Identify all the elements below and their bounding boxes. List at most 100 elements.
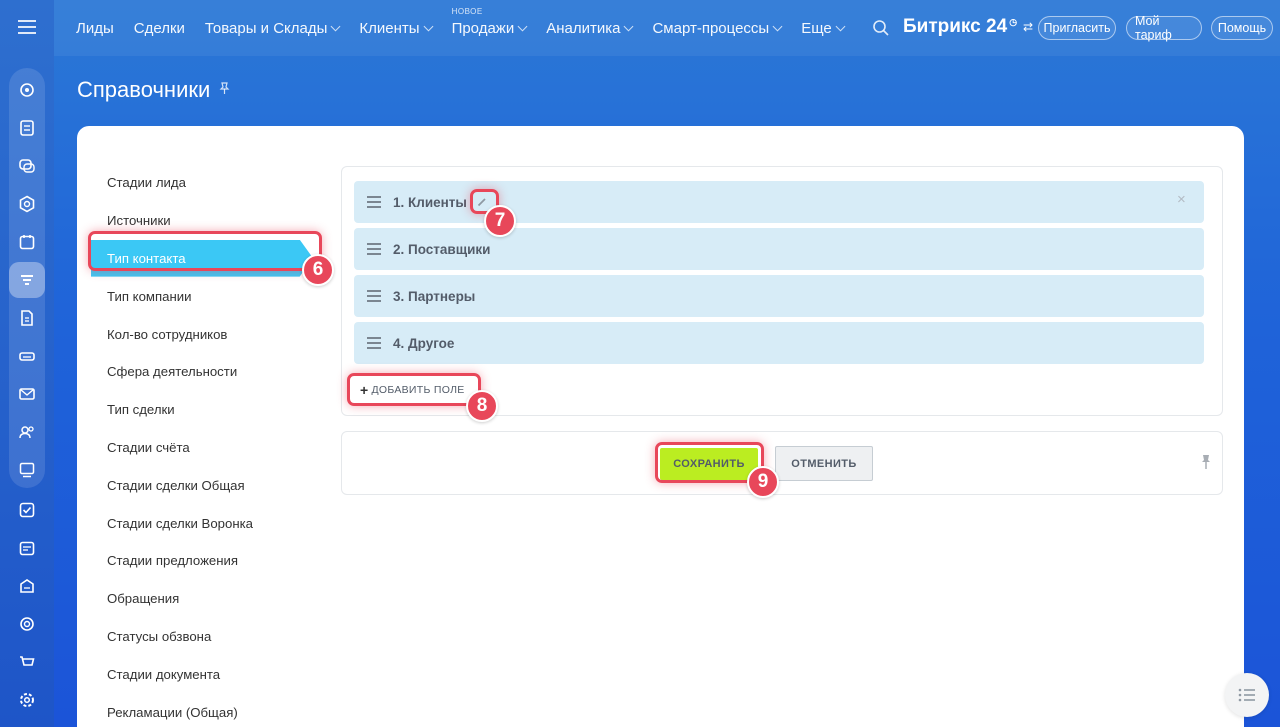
- field-label: 3. Партнеры: [393, 288, 476, 304]
- field-label: 1. Клиенты: [393, 194, 467, 210]
- side-item-deal-type[interactable]: Тип сделки: [107, 391, 327, 429]
- invite-button[interactable]: Пригласить: [1038, 16, 1116, 40]
- cart-icon[interactable]: [9, 644, 45, 680]
- rail-app-list-secondary: [9, 492, 45, 722]
- drag-handle-icon[interactable]: [367, 337, 381, 349]
- main-card: Стадии лида Источники Тип контакта Тип к…: [77, 126, 1244, 727]
- list-icon: [1238, 688, 1255, 702]
- nav-item-products[interactable]: Товары и Склады: [205, 20, 341, 37]
- side-item-label: Источники: [107, 213, 171, 229]
- drag-handle-icon[interactable]: [367, 290, 381, 302]
- side-item-label: Стадии сделки Общая: [107, 477, 245, 493]
- feed-icon[interactable]: [9, 72, 45, 108]
- nav-item-clients[interactable]: Клиенты: [359, 19, 434, 37]
- nav-item-label: Продажи: [451, 19, 515, 37]
- side-item-label: Тип сделки: [107, 402, 175, 418]
- nav-item-analytics[interactable]: Аналитика: [546, 19, 634, 37]
- side-item-label: Кол-во сотрудников: [107, 326, 228, 342]
- side-item-invoice-stages[interactable]: Стадии счёта: [107, 429, 327, 467]
- field-row[interactable]: 2. Поставщики: [354, 228, 1204, 270]
- clock-icon: ◷: [1009, 16, 1018, 27]
- nav-item-more[interactable]: Еще: [801, 19, 846, 37]
- side-item-industry[interactable]: Сфера деятельности: [107, 353, 327, 391]
- settings-gear-icon[interactable]: [9, 682, 45, 718]
- menu-icon[interactable]: [8, 8, 46, 46]
- new-badge: НОВОЕ: [451, 6, 483, 16]
- side-item-document-stages[interactable]: Стадии документа: [107, 655, 327, 693]
- chevron-down-icon: [517, 21, 528, 31]
- side-item-company-type[interactable]: Тип компании: [107, 277, 327, 315]
- nav-item-label: Аналитика: [546, 19, 621, 37]
- search-icon[interactable]: [872, 19, 890, 37]
- step-marker: 7: [484, 205, 516, 237]
- page-title: Справочники: [77, 77, 231, 103]
- chevron-down-icon: [624, 21, 634, 31]
- close-icon[interactable]: ×: [1177, 192, 1188, 207]
- document-icon[interactable]: [9, 300, 45, 336]
- pin-icon[interactable]: [218, 82, 231, 98]
- side-item-label: Рекламации (Общая): [107, 704, 238, 720]
- pin-icon[interactable]: [1200, 454, 1214, 470]
- my-tariff-button[interactable]: Мой тариф: [1126, 14, 1202, 42]
- calendar-icon[interactable]: [9, 224, 45, 260]
- nav-item-label: Сделки: [133, 19, 185, 37]
- cancel-button[interactable]: ОТМЕНИТЬ: [775, 446, 873, 481]
- brand-logo[interactable]: Битрикс 24 ◷ ⇄: [903, 16, 1033, 38]
- nav-item-label: Клиенты: [359, 19, 420, 37]
- list-fab-button[interactable]: [1225, 673, 1269, 717]
- help-button[interactable]: Помощь: [1211, 16, 1273, 40]
- highlight-outline: [347, 373, 481, 406]
- page-title-text: Справочники: [77, 77, 211, 102]
- side-item-call-statuses[interactable]: Статусы обзвона: [107, 618, 327, 656]
- side-item-deal-stages-general[interactable]: Стадии сделки Общая: [107, 466, 327, 504]
- store-icon[interactable]: [9, 568, 45, 604]
- drag-handle-icon[interactable]: [367, 243, 381, 255]
- field-row[interactable]: 3. Партнеры: [354, 275, 1204, 317]
- field-label: 4. Другое: [393, 335, 455, 351]
- side-item-label: Стадии счёта: [107, 439, 190, 455]
- nav-menu: Лиды Сделки Товары и Склады Клиенты НОВО…: [76, 0, 864, 56]
- employees-icon[interactable]: [9, 414, 45, 450]
- schedule-icon[interactable]: [9, 530, 45, 566]
- nav-item-label: Еще: [801, 19, 832, 37]
- hexagon-icon[interactable]: [9, 186, 45, 222]
- nav-item-label: Лиды: [76, 19, 114, 37]
- side-item-deal-stages-funnel[interactable]: Стадии сделки Воронка: [107, 504, 327, 542]
- chevron-down-icon: [330, 21, 341, 31]
- workgroups-icon[interactable]: [9, 452, 45, 488]
- chat-icon[interactable]: [9, 148, 45, 184]
- nav-item-deals[interactable]: Сделки: [134, 20, 185, 37]
- drive-icon[interactable]: [9, 338, 45, 374]
- side-item-lead-stages[interactable]: Стадии лида: [107, 164, 327, 202]
- side-item-employees-count[interactable]: Кол-во сотрудников: [107, 315, 327, 353]
- side-item-appeals[interactable]: Обращения: [107, 580, 327, 618]
- nav-item-smart-processes[interactable]: Смарт-процессы: [652, 19, 783, 37]
- step-marker: 6: [302, 254, 334, 286]
- nav-item-sales[interactable]: НОВОЕ Продажи: [451, 7, 528, 37]
- field-row[interactable]: 4. Другое: [354, 322, 1204, 364]
- crm-funnel-icon[interactable]: [9, 262, 45, 298]
- target-icon[interactable]: [9, 606, 45, 642]
- top-navigation: Лиды Сделки Товары и Склады Клиенты НОВО…: [54, 0, 1280, 56]
- side-item-label: Стадии документа: [107, 666, 221, 682]
- left-rail: [0, 0, 54, 727]
- form-actions: СОХРАНИТЬ ОТМЕНИТЬ: [341, 431, 1223, 495]
- nav-item-leads[interactable]: Лиды: [76, 20, 114, 37]
- chevron-down-icon: [772, 21, 783, 31]
- side-item-label: Статусы обзвона: [107, 628, 212, 644]
- nav-item-label: Смарт-процессы: [652, 19, 770, 37]
- brand-number: 24: [986, 16, 1008, 37]
- highlight-outline: [88, 231, 322, 271]
- side-item-label: Тип компании: [107, 288, 192, 304]
- chevron-down-icon: [423, 21, 434, 31]
- mail-icon[interactable]: [9, 376, 45, 412]
- switch-icon[interactable]: ⇄: [1023, 20, 1033, 34]
- side-item-quote-stages[interactable]: Стадии предложения: [107, 542, 327, 580]
- side-item-claims[interactable]: Рекламации (Общая): [107, 693, 327, 727]
- drag-handle-icon[interactable]: [367, 196, 381, 208]
- step-marker: 9: [747, 466, 779, 498]
- field-label: 2. Поставщики: [393, 241, 491, 257]
- side-item-label: Стадии сделки Воронка: [107, 515, 253, 531]
- tasks-list-icon[interactable]: [9, 110, 45, 146]
- checkbox-icon[interactable]: [9, 492, 45, 528]
